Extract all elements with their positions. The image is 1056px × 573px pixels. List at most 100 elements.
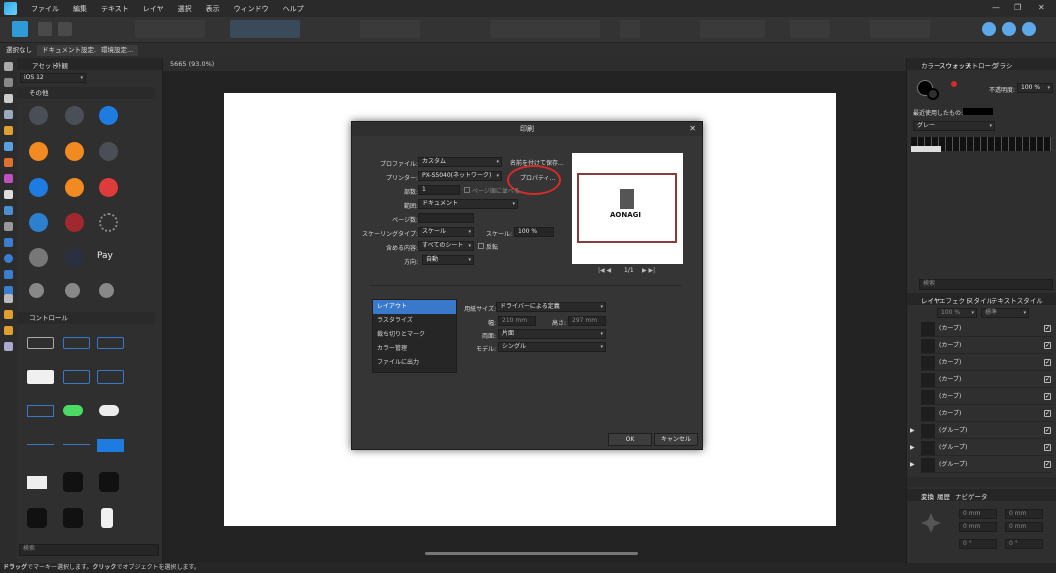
assistant-icon[interactable] <box>982 22 996 36</box>
align-group[interactable] <box>490 20 600 38</box>
layer-visible-checkbox[interactable]: ✓ <box>1044 342 1051 349</box>
layer-opacity-dropdown[interactable]: 100 % ▾ <box>937 308 977 318</box>
layer-visible-checkbox[interactable]: ✓ <box>1044 325 1051 332</box>
flashlight-asset-icon[interactable] <box>63 508 83 528</box>
range-dropdown[interactable]: ドキュメント ▾ <box>418 199 518 209</box>
close-window-button[interactable]: ✕ <box>1038 3 1045 12</box>
layer-row[interactable]: (カーブ) ✓ <box>919 321 1053 337</box>
flag-asset-icon[interactable] <box>65 178 84 197</box>
blue-button-asset[interactable] <box>97 439 124 452</box>
minimize-button[interactable]: — <box>992 3 1000 12</box>
menu-layer[interactable]: レイヤ <box>143 4 164 14</box>
pixel-persona-icon[interactable] <box>38 22 52 36</box>
fill-tool-icon[interactable] <box>4 174 13 183</box>
ok-button[interactable]: OK <box>608 433 652 446</box>
asset-set-dropdown[interactable]: iOS 12 ▾ <box>20 73 86 83</box>
expand-icon[interactable]: ▶ <box>910 457 915 473</box>
layer-row[interactable]: ▶ (グループ) ✓ <box>910 440 1053 456</box>
menu-edit[interactable]: 編集 <box>73 4 87 14</box>
swatch-search-input[interactable]: 検索 <box>919 279 1053 290</box>
move-tool-icon[interactable] <box>4 62 13 71</box>
w-input[interactable]: 0 mm <box>959 522 997 532</box>
hand-tool-icon[interactable] <box>4 326 13 335</box>
tab-styles[interactable]: スタイル <box>967 295 993 305</box>
place-tool-icon[interactable] <box>4 206 13 215</box>
section-other-header[interactable]: その他 <box>17 87 155 99</box>
node-tool-icon[interactable] <box>4 94 13 103</box>
line-2-asset[interactable] <box>63 444 90 445</box>
rounded-rect-tool-icon[interactable] <box>4 270 13 279</box>
h-input[interactable]: 0 mm <box>1005 522 1043 532</box>
layer-visible-checkbox[interactable]: ✓ <box>1044 376 1051 383</box>
trash-asset-icon[interactable] <box>99 178 118 197</box>
expand-icon[interactable]: ▶ <box>910 423 915 439</box>
layer-visible-checkbox[interactable]: ✓ <box>1044 461 1051 468</box>
archive-asset-icon[interactable] <box>29 213 48 232</box>
white-card-asset[interactable] <box>27 370 54 384</box>
artboard-tool-icon[interactable] <box>4 78 13 87</box>
tab-assets[interactable]: アセット <box>32 60 58 70</box>
dialog-close-icon[interactable]: ✕ <box>689 124 696 133</box>
corner-tool-icon[interactable] <box>4 110 13 119</box>
menu-help[interactable]: ヘルプ <box>283 4 304 14</box>
reply-asset-icon[interactable] <box>29 178 48 197</box>
printer-dropdown[interactable]: PX-S5040(ネットワーク) ▾ <box>418 171 502 181</box>
menu-file[interactable]: ファイル <box>31 4 59 14</box>
x-input[interactable]: 0 mm <box>959 509 997 519</box>
tab-appearance[interactable]: 外観 <box>55 60 68 70</box>
layer-row[interactable]: ▶ (グループ) ✓ <box>910 423 1053 439</box>
export-persona-icon[interactable] <box>58 22 72 36</box>
tab-brush[interactable]: ブラシ <box>993 60 1012 70</box>
category-print-to-file[interactable]: ファイルに出力 <box>373 356 456 370</box>
text-field-label-asset[interactable] <box>97 337 124 349</box>
category-layout[interactable]: レイアウト <box>373 300 456 314</box>
layer-visible-checkbox[interactable]: ✓ <box>1044 393 1051 400</box>
pencil-tool-icon[interactable] <box>4 142 13 151</box>
timer-asset-icon[interactable] <box>27 508 47 528</box>
apple-pay-asset-icon[interactable]: Pay <box>97 251 123 263</box>
avatar-small-1-icon[interactable] <box>29 283 44 298</box>
restore-button[interactable]: ❐ <box>1014 3 1021 12</box>
location-asset-icon[interactable] <box>65 106 84 125</box>
camera-asset-icon[interactable] <box>63 472 83 492</box>
preview-prev-icon[interactable]: |◀ ◀ <box>598 267 611 274</box>
preferences-button[interactable]: 環境設定... <box>96 45 139 56</box>
layer-row[interactable]: (カーブ) ✓ <box>919 372 1053 388</box>
layer-row[interactable]: (カーブ) ✓ <box>919 406 1053 422</box>
tab-transform[interactable]: 変換 <box>921 491 934 501</box>
tab-text-styles[interactable]: テキストスタイル <box>991 295 1043 305</box>
eyedropper-tool-icon[interactable] <box>4 310 13 319</box>
opacity-dropdown[interactable]: 100 % ▾ <box>1017 83 1053 93</box>
volume-asset-icon[interactable] <box>99 142 118 161</box>
tab-layers[interactable]: レイヤ <box>921 295 940 305</box>
tab-history[interactable]: 履歴 <box>937 491 950 501</box>
menu-view[interactable]: 表示 <box>206 4 220 14</box>
list-asset-icon[interactable] <box>29 106 48 125</box>
width-input[interactable]: 210 mm <box>498 316 536 326</box>
sides-dropdown[interactable]: 片面 ▾ <box>498 329 606 339</box>
snapping-group[interactable] <box>230 20 300 38</box>
horizontal-scrollbar[interactable] <box>425 552 638 555</box>
spinner-asset-icon[interactable] <box>99 213 118 232</box>
toggle-on-asset[interactable] <box>63 405 83 416</box>
outline-card-asset[interactable] <box>63 370 90 384</box>
keyboard-key-asset[interactable] <box>27 476 47 489</box>
paper-size-dropdown[interactable]: ドライバーによる定義 ▾ <box>496 302 606 312</box>
stroke-color-well[interactable] <box>927 88 939 100</box>
calculator-asset-icon[interactable] <box>99 472 119 492</box>
light-swatches[interactable] <box>911 146 941 152</box>
orientation-dropdown[interactable]: 自動 ▾ <box>422 255 474 265</box>
ellipse-tool-icon[interactable] <box>4 254 13 263</box>
outline-card-2-asset[interactable] <box>97 370 124 384</box>
text-field-asset[interactable] <box>27 337 54 349</box>
none-color-icon[interactable] <box>951 81 957 87</box>
collate-checkbox[interactable] <box>464 187 470 193</box>
deselect-label[interactable]: 選択なし <box>1 45 37 56</box>
recent-swatch[interactable] <box>963 108 993 115</box>
cancel-button[interactable]: キャンセル <box>654 433 698 446</box>
layer-row[interactable]: (カーブ) ✓ <box>919 338 1053 354</box>
tab-navigator[interactable]: ナビゲータ <box>955 491 988 501</box>
pattern-asset-icon[interactable] <box>65 213 84 232</box>
category-color-management[interactable]: カラー管理 <box>373 342 456 356</box>
blue-field-asset[interactable] <box>27 405 54 417</box>
